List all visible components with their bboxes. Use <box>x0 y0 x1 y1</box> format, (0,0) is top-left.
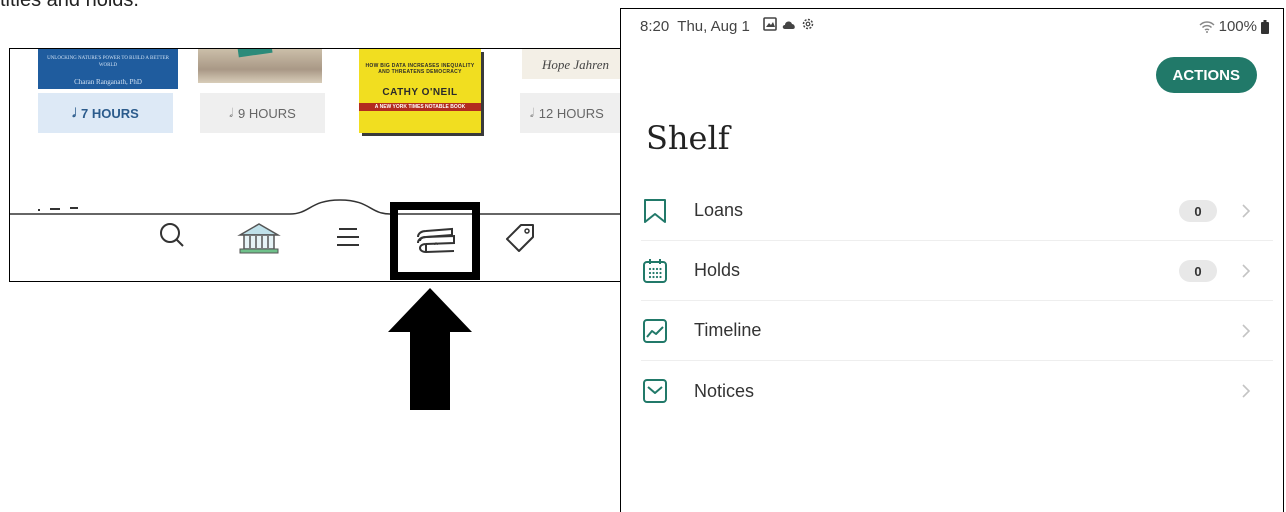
book-cover-2-decoration <box>237 49 273 58</box>
cloud-icon <box>782 21 795 29</box>
headphones-icon: 𝅗𝅥 <box>72 105 76 120</box>
menu-item-label: Loans <box>694 200 744 220</box>
book-cover-2[interactable] <box>198 49 322 83</box>
shelf-screen: 8:20 Thu, Aug 1 100% ACTIONS Shelf Loans… <box>620 8 1284 512</box>
book-cover-3[interactable]: HOW BIG DATA INCREASES INEQUALITY AND TH… <box>359 49 481 133</box>
audiobook-duration-badge: 𝅗𝅥 12 HOURS <box>520 93 620 133</box>
bookmark-icon <box>641 197 669 225</box>
gear-icon <box>802 18 814 30</box>
menu-item-label: Holds <box>694 260 741 280</box>
chevron-right-icon <box>1242 264 1251 278</box>
book-cover-4[interactable]: Hope Jahren <box>522 49 620 79</box>
menu-item-notices[interactable]: Notices <box>641 361 1273 421</box>
menu-icon[interactable] <box>335 225 361 249</box>
battery-percent: 100% <box>1218 18 1257 35</box>
wifi-icon <box>1199 20 1215 33</box>
book-cover-3-text: HOW BIG DATA INCREASES INEQUALITY AND TH… <box>365 63 475 75</box>
status-time-value: 8:20 <box>640 18 670 35</box>
book-cover-1[interactable]: UNLOCKING NATURE'S POWER TO BUILD A BETT… <box>38 49 178 89</box>
chevron-right-icon <box>1242 204 1251 218</box>
duration-text: 7 HOURS <box>80 105 139 121</box>
book-cover-3-author: CATHY O'NEIL <box>382 87 458 98</box>
page-title: Shelf <box>646 119 730 157</box>
caption-text: titles and holds. <box>0 0 139 11</box>
highlight-box <box>390 202 480 280</box>
count-badge: 0 <box>1179 260 1217 282</box>
status-time: 8:20 Thu, Aug 1 <box>640 18 750 35</box>
calendar-icon <box>641 257 669 285</box>
bottom-navigation-screenshot: UNLOCKING NATURE'S POWER TO BUILD A BETT… <box>9 48 621 282</box>
book-cover-4-author: Hope Jahren <box>542 57 610 72</box>
library-icon[interactable] <box>236 221 282 255</box>
audiobook-duration-badge: 𝅗𝅥 9 HOURS <box>200 93 325 133</box>
tabbar-divider <box>10 199 620 215</box>
chevron-right-icon <box>1242 384 1251 398</box>
actions-button[interactable]: ACTIONS <box>1155 57 1257 93</box>
status-date-value: Thu, Aug 1 <box>677 18 750 35</box>
gallery-icon <box>763 17 777 31</box>
duration-text: 12 HOURS <box>538 105 604 121</box>
battery-icon <box>1261 19 1269 34</box>
envelope-icon <box>641 377 669 405</box>
menu-item-label: Timeline <box>694 320 762 340</box>
book-cover-3-subtitle: A NEW YORK TIMES NOTABLE BOOK <box>359 103 481 111</box>
status-bar: 8:20 Thu, Aug 1 100% <box>621 9 1283 37</box>
menu-item-timeline[interactable]: Timeline <box>641 301 1273 361</box>
menu-item-holds[interactable]: Holds 0 <box>641 241 1273 301</box>
duration-text: 9 HOURS <box>237 105 296 121</box>
audiobook-duration-badge: 𝅗𝅥 7 HOURS <box>38 93 173 133</box>
count-badge: 0 <box>1179 200 1217 222</box>
timeline-icon <box>641 317 669 345</box>
headphones-icon: 𝅗𝅥 <box>229 105 233 120</box>
status-right: 100% <box>1199 18 1269 35</box>
chevron-right-icon <box>1242 324 1251 338</box>
headphones-icon: 𝅗𝅥 <box>530 105 534 120</box>
tag-icon[interactable] <box>503 221 537 255</box>
shelf-menu: Loans 0 Holds 0 Timeline Notices <box>621 181 1283 421</box>
book-cover-1-text: UNLOCKING NATURE'S POWER TO BUILD A BETT… <box>47 56 169 68</box>
arrow-up-icon <box>388 288 472 410</box>
status-notification-icons <box>763 17 815 31</box>
book-cover-1-author: Charan Ranganath, PhD <box>74 78 142 86</box>
menu-item-label: Notices <box>694 380 755 401</box>
menu-item-loans[interactable]: Loans 0 <box>641 181 1273 241</box>
search-icon[interactable] <box>158 221 186 249</box>
